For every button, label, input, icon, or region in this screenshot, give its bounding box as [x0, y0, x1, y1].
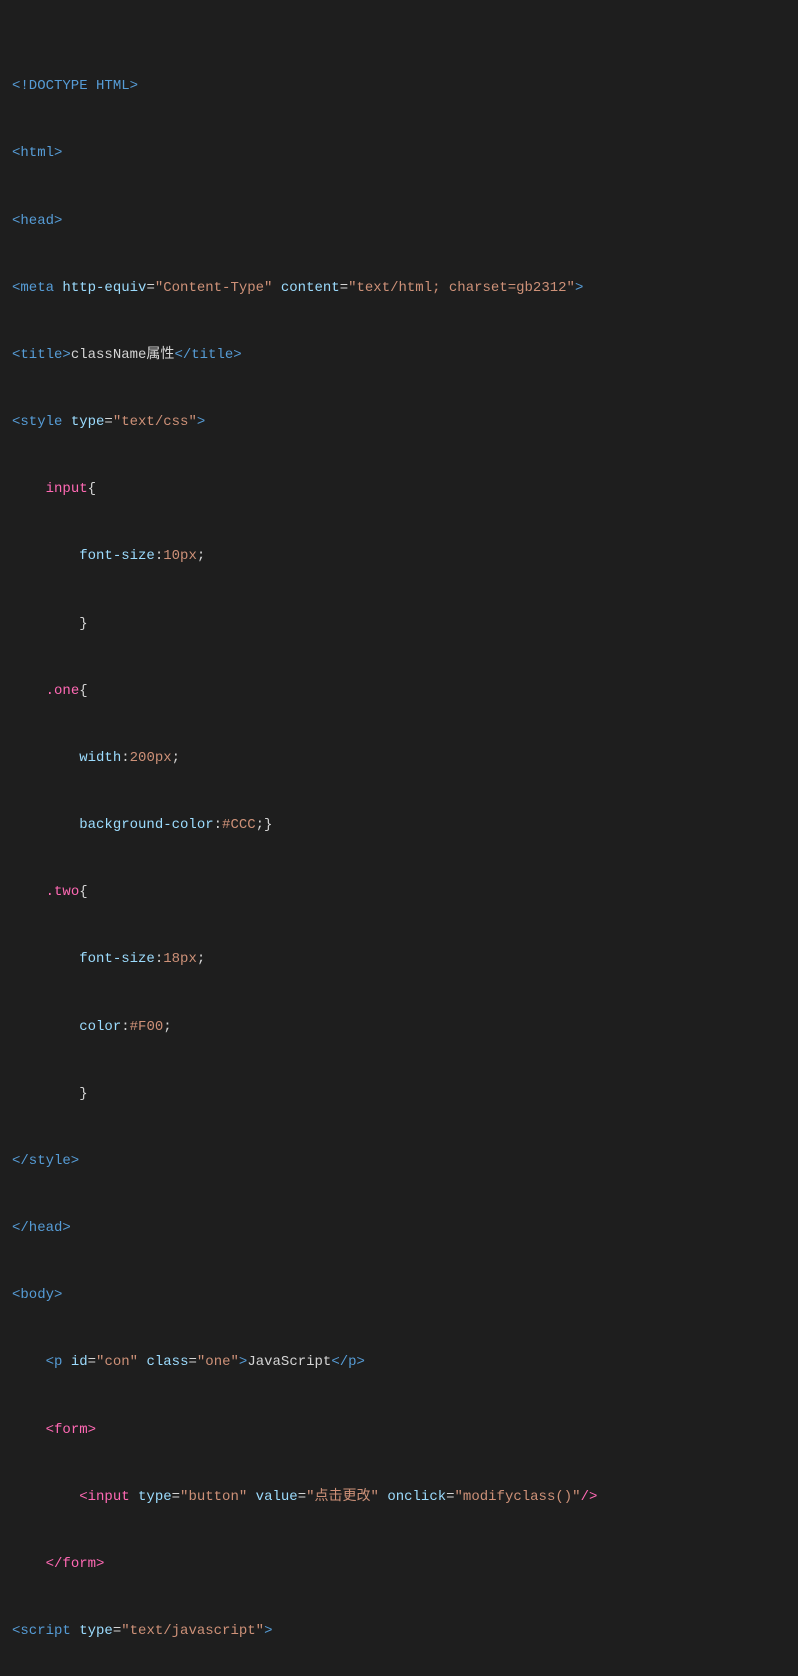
code-editor: <!DOCTYPE HTML> <html> <head> <meta http… [12, 8, 786, 1676]
line-18: </head> [12, 1217, 786, 1239]
line-1: <!DOCTYPE HTML> [12, 75, 786, 97]
line-5: <title>className属性</title> [12, 344, 786, 366]
line-15: color:#F00; [12, 1016, 786, 1038]
line-22: <input type="button" value="点击更改" onclic… [12, 1486, 786, 1508]
line-2: <html> [12, 142, 786, 164]
line-3: <head> [12, 210, 786, 232]
line-19: <body> [12, 1284, 786, 1306]
line-16: } [12, 1083, 786, 1105]
line-14: font-size:18px; [12, 948, 786, 970]
line-8: font-size:10px; [12, 545, 786, 567]
line-12: background-color:#CCC;} [12, 814, 786, 836]
line-4: <meta http-equiv="Content-Type" content=… [12, 277, 786, 299]
line-20: <p id="con" class="one">JavaScript</p> [12, 1351, 786, 1373]
line-6: <style type="text/css"> [12, 411, 786, 433]
line-10: .one{ [12, 680, 786, 702]
line-9: } [12, 613, 786, 635]
line-21: <form> [12, 1419, 786, 1441]
line-24: <script type="text/javascript"> [12, 1620, 786, 1642]
line-11: width:200px; [12, 747, 786, 769]
line-23: </form> [12, 1553, 786, 1575]
line-7: input{ [12, 478, 786, 500]
line-13: .two{ [12, 881, 786, 903]
line-17: </style> [12, 1150, 786, 1172]
